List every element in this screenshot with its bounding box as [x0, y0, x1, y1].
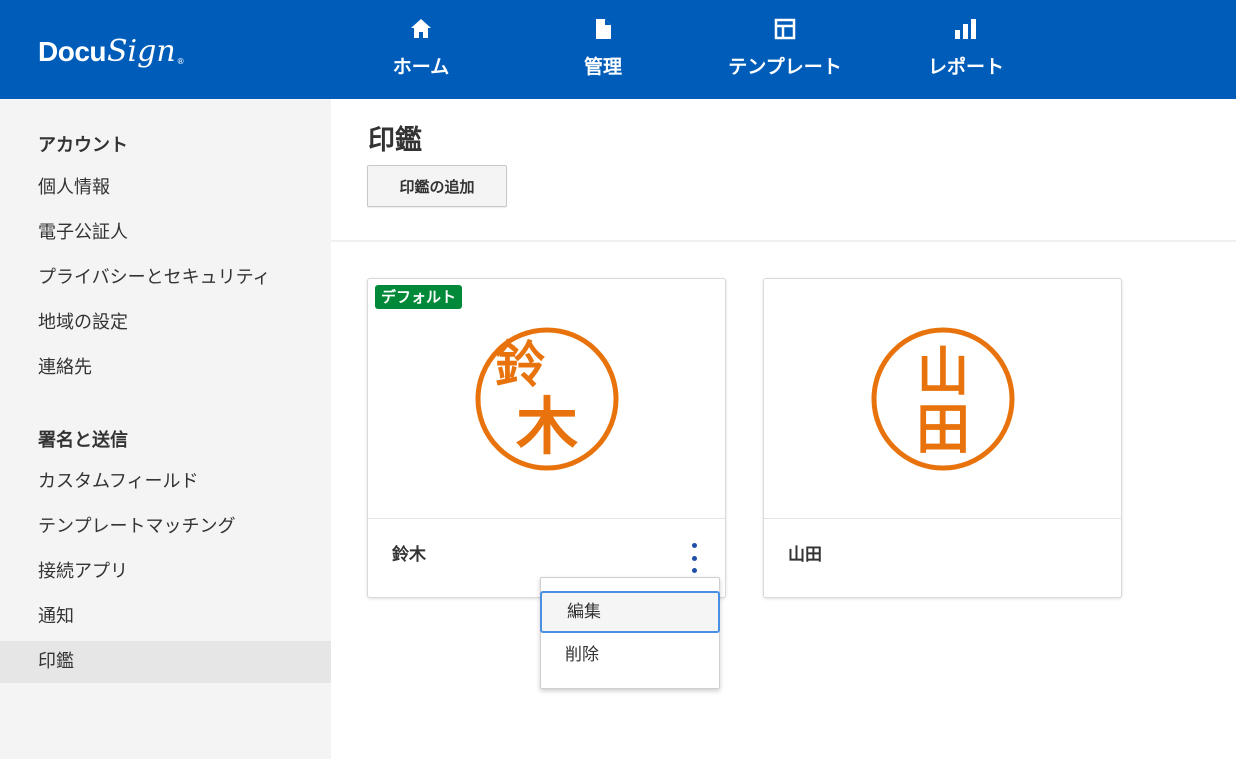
nav-reports-label: レポート	[927, 56, 1004, 78]
stamp-name: 鈴木	[392, 545, 426, 565]
seal-char: 山	[917, 342, 969, 403]
sidebar-item-custom-fields[interactable]: カスタムフィールド	[0, 461, 331, 503]
docusign-logo[interactable]: Docu Sign ®	[38, 26, 185, 70]
nav-reports[interactable]: レポート	[918, 14, 1014, 84]
sidebar-item-notifications[interactable]: 通知	[0, 596, 331, 638]
nav-templates[interactable]: テンプレート	[714, 14, 856, 84]
stamp-image-yamada: 山 田	[871, 327, 1015, 471]
logo-docu: Docu	[38, 36, 107, 67]
stamp-name: 山田	[788, 545, 822, 565]
seal-char: 鈴	[495, 335, 545, 394]
more-options-icon[interactable]	[686, 543, 702, 573]
default-badge: デフォルト	[375, 285, 463, 309]
sidebar-item-regional-settings[interactable]: 地域の設定	[0, 302, 331, 344]
settings-sidebar: アカウント 個人情報 電子公証人 プライバシーとセキュリティ 地域の設定 連絡先…	[0, 99, 331, 759]
template-icon	[772, 16, 798, 42]
stamp-card: 鈴 木 デフォルト 鈴木	[367, 278, 726, 598]
sidebar-heading-signing-sending: 署名と送信	[38, 430, 128, 451]
sidebar-item-contacts[interactable]: 連絡先	[0, 347, 331, 389]
nav-home[interactable]: ホーム	[385, 14, 457, 84]
add-stamp-button[interactable]: 印鑑の追加	[367, 165, 507, 207]
sidebar-heading-account: アカウント	[38, 135, 128, 156]
logo-registered: ®	[176, 57, 185, 66]
logo-sign: Sign	[107, 34, 176, 69]
sidebar-item-privacy-security[interactable]: プライバシーとセキュリティ	[0, 257, 331, 299]
bar-chart-icon	[953, 16, 979, 42]
stamp-preview: 山 田	[764, 279, 1121, 519]
stamp-card: 山 田 山田	[763, 278, 1122, 598]
nav-templates-label: テンプレート	[728, 56, 842, 78]
nav-manage[interactable]: 管理	[573, 14, 633, 84]
home-icon	[408, 16, 434, 42]
menu-item-delete[interactable]: 削除	[541, 634, 719, 676]
stamp-preview: 鈴 木	[368, 279, 725, 519]
top-header: Docu Sign ® ホーム 管理 テンプレート レポート	[0, 0, 1236, 99]
sidebar-item-stamps[interactable]: 印鑑	[0, 641, 331, 683]
nav-manage-label: 管理	[583, 56, 622, 78]
menu-item-edit[interactable]: 編集	[540, 591, 720, 633]
nav-home-label: ホーム	[392, 56, 450, 78]
stamp-image-suzuki: 鈴 木	[475, 327, 619, 471]
seal-char: 木	[516, 390, 578, 463]
page-title: 印鑑	[368, 125, 422, 156]
sidebar-item-connected-apps[interactable]: 接続アプリ	[0, 551, 331, 593]
sidebar-item-notary[interactable]: 電子公証人	[0, 212, 331, 254]
header-divider	[331, 240, 1236, 242]
sidebar-item-profile[interactable]: 個人情報	[0, 167, 331, 209]
document-icon	[590, 16, 616, 42]
seal-char: 田	[916, 397, 970, 461]
stamp-context-menu: 編集 削除	[540, 577, 720, 689]
sidebar-item-template-matching[interactable]: テンプレートマッチング	[0, 506, 331, 548]
